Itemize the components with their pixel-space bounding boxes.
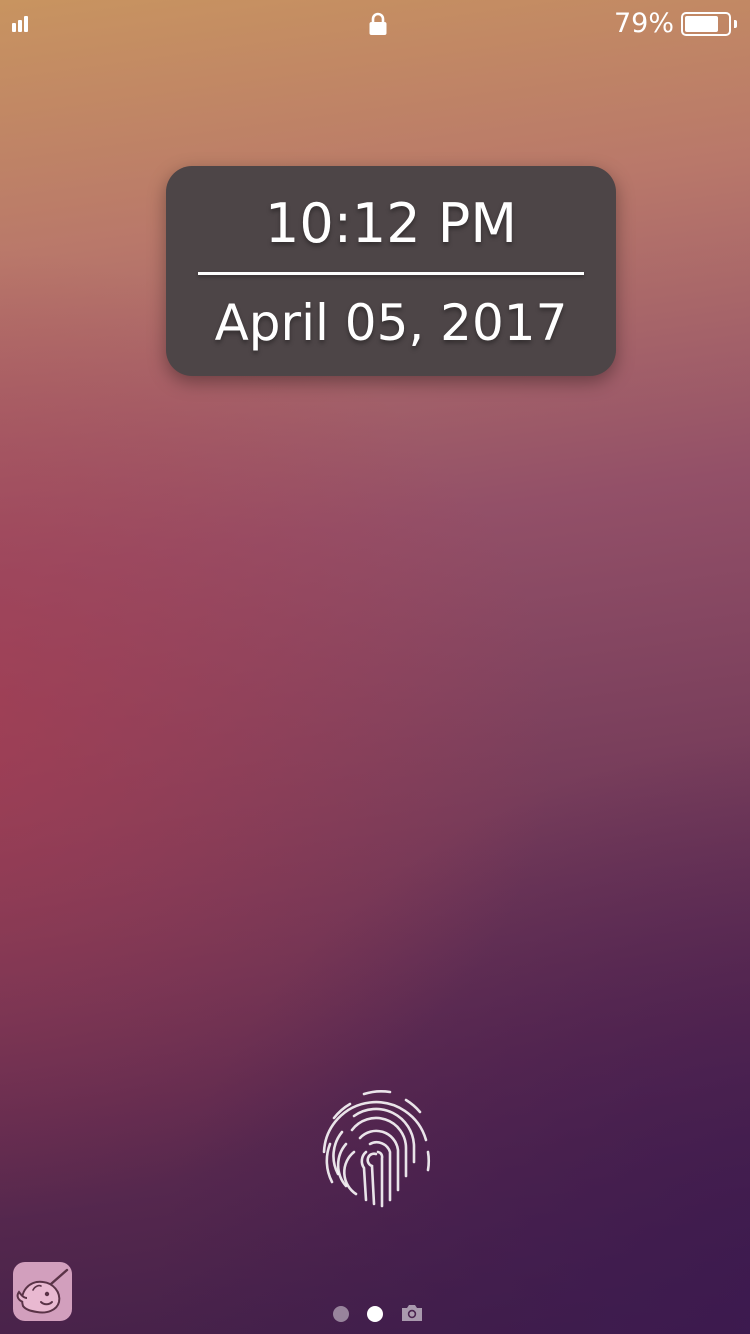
battery-icon [681, 12, 737, 36]
clock-time: 10:12 PM [265, 192, 517, 255]
clock-date: April 05, 2017 [214, 294, 568, 352]
battery-level-fill [685, 16, 718, 32]
status-bar: 79% [0, 0, 750, 46]
page-dot[interactable] [333, 1306, 349, 1322]
signal-bars-icon [12, 16, 32, 32]
page-dot-active[interactable] [367, 1306, 383, 1322]
page-indicator [330, 1302, 430, 1326]
narwhal-icon [16, 1268, 69, 1314]
clock-widget: 10:12 PM April 05, 2017 [166, 166, 616, 376]
narwhal-app-icon[interactable] [13, 1262, 72, 1321]
lock-icon [369, 12, 387, 35]
clock-divider [198, 272, 584, 275]
battery-percentage: 79% [613, 8, 674, 39]
fingerprint-icon[interactable] [310, 1082, 440, 1212]
camera-icon[interactable] [400, 1303, 424, 1323]
